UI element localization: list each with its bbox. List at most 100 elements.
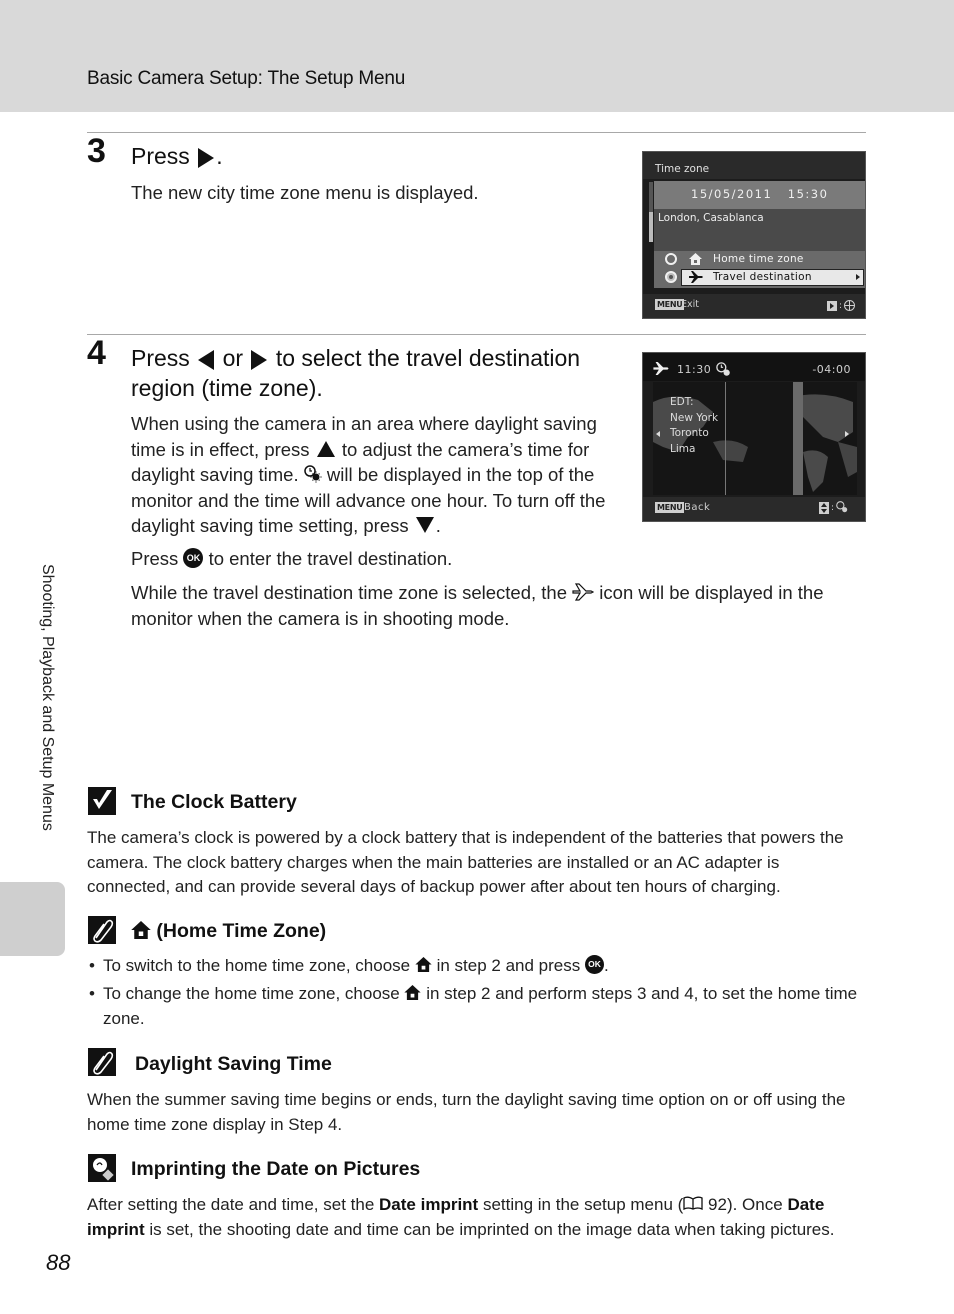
text: is set, the shooting date and time can b… <box>149 1219 835 1239</box>
text: to enter the travel destination. <box>208 548 453 569</box>
setting-name: Date imprint <box>379 1195 479 1214</box>
radio-unselected-icon <box>665 253 677 265</box>
step-paragraph: Press OK to enter the travel destination… <box>131 546 621 572</box>
map-right-arrow-icon <box>845 431 849 437</box>
submenu-arrow-icon <box>856 274 860 280</box>
left-arrow-button-icon <box>198 349 215 370</box>
text: To change the home time zone, choose <box>103 984 400 1003</box>
note-body: When the summer saving time begins or en… <box>87 1090 846 1134</box>
globe-icon <box>844 300 855 311</box>
divider <box>87 132 866 133</box>
footer-nav-hint: : <box>826 300 855 311</box>
note-title: (Home Time Zone) <box>131 920 326 943</box>
zone-label: EDT: <box>670 396 694 408</box>
city-label: New York <box>670 411 719 424</box>
lightbulb-tip-icon <box>88 1154 116 1182</box>
step-paragraph: While the travel destination time zone i… <box>131 580 861 631</box>
note-body: After setting the date and time, set the… <box>87 1193 867 1242</box>
step-title-text: to select the travel destination <box>275 345 581 371</box>
destination-time: 11:30 <box>677 363 712 376</box>
note-title-text: (Home Time Zone) <box>156 920 327 942</box>
screen-title: Time zone <box>655 163 710 175</box>
travel-destination-icon <box>572 583 595 601</box>
selected-time-zone-band <box>793 382 803 495</box>
step-title: Press . <box>131 141 223 171</box>
step-title-text: or <box>222 345 244 371</box>
step-number: 3 <box>87 132 106 170</box>
note-title: Imprinting the Date on Pictures <box>131 1158 421 1180</box>
home-icon <box>689 253 702 265</box>
daylight-saving-icon <box>716 362 730 376</box>
text: After setting the date and time, set the <box>87 1195 375 1214</box>
text: ). Once <box>726 1195 783 1214</box>
side-chapter-tab[interactable] <box>0 882 65 956</box>
bullet-list: To switch to the home time zone, choose … <box>87 954 862 1035</box>
daylight-saving-icon <box>836 501 848 513</box>
right-arrow-button-icon <box>198 147 215 168</box>
daylight-saving-icon <box>304 465 322 483</box>
step-title-text: Press <box>131 345 190 371</box>
footer-exit-label: Exit <box>681 299 699 310</box>
map-left-arrow-icon <box>656 431 660 437</box>
menu-button-icon: MENU <box>655 502 685 513</box>
paperclip-icon <box>88 916 116 944</box>
datetime: 15/05/2011 15:30 <box>691 187 829 201</box>
map-zone-labels: EDT: New York Toronto Lima <box>670 395 718 457</box>
step-title-text: Press <box>131 143 190 169</box>
up-arrow-button-icon <box>316 440 335 457</box>
note-title: Daylight Saving Time <box>135 1053 332 1075</box>
header-band <box>0 0 954 112</box>
footer-dst-hint: : <box>818 501 849 514</box>
separator: : <box>838 300 842 311</box>
ok-button-icon: OK <box>183 548 204 569</box>
utc-offset: -04:00 <box>812 363 851 376</box>
plane-icon <box>653 362 669 375</box>
date-line <box>725 382 726 495</box>
step-title: Press or to select the travel destinatio… <box>131 343 631 403</box>
radio-selected-icon <box>665 271 677 283</box>
ok-button-icon: OK <box>584 955 604 975</box>
text: . <box>603 956 609 975</box>
side-chapter-label: Shooting, Playback and Setup Menus <box>39 564 56 831</box>
step-title-punct: . <box>216 143 223 169</box>
list-item: To switch to the home time zone, choose … <box>87 954 862 979</box>
home-icon <box>415 957 432 973</box>
check-icon <box>88 787 116 815</box>
city-name: London, Casablanca <box>658 212 764 224</box>
step-paragraph: When using the camera in an area where d… <box>131 411 621 539</box>
step-title-text: region (time zone). <box>131 375 323 401</box>
book-reference-icon <box>683 1196 703 1211</box>
plane-icon <box>689 271 703 283</box>
down-arrow-button-icon <box>415 517 434 534</box>
city-label: Toronto <box>670 427 709 439</box>
right-button-icon <box>826 300 837 311</box>
option-travel-destination: Travel destination <box>713 271 812 283</box>
text: While the travel destination time zone i… <box>131 582 568 603</box>
home-icon <box>404 985 422 1001</box>
paperclip-icon <box>88 1048 116 1076</box>
scrollbar-thumb <box>649 212 653 242</box>
divider <box>87 334 866 335</box>
text: To switch to the home time zone, choose <box>103 956 411 975</box>
step-number: 4 <box>87 334 106 372</box>
option-home-time-zone: Home time zone <box>713 253 804 265</box>
page-number: 88 <box>46 1250 71 1275</box>
home-icon <box>131 920 151 939</box>
step-body: The new city time zone menu is displayed… <box>131 182 479 203</box>
note-title: The Clock Battery <box>131 791 297 813</box>
menu-button-icon: MENU <box>655 299 685 310</box>
camera-screen-world-map: 11:30 -04:00 EDT: New York Toronto Lima … <box>642 352 866 522</box>
text: . <box>435 515 441 536</box>
up-down-button-icon <box>818 501 829 514</box>
note-body: The camera’s clock is powered by a clock… <box>87 828 844 896</box>
section-title: Basic Camera Setup: The Setup Menu <box>87 68 406 89</box>
list-item: To change the home time zone, choose in … <box>87 982 862 1031</box>
footer-back-label: Back <box>684 502 711 513</box>
page-reference-link[interactable]: 92 <box>708 1195 727 1214</box>
text: setting in the setup menu ( <box>482 1195 684 1214</box>
text: Press <box>131 548 179 569</box>
city-label: Lima <box>670 442 696 455</box>
camera-screen-time-zone: Time zone 15/05/2011 15:30 London, Casab… <box>642 151 866 319</box>
right-arrow-button-icon <box>251 349 268 370</box>
text: in step 2 and press <box>436 956 581 975</box>
